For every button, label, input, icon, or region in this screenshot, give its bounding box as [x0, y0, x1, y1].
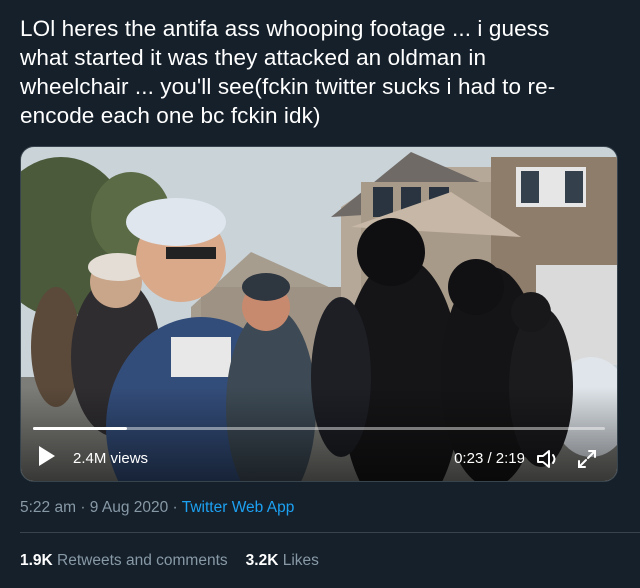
tweet-metadata: 5:22 am · 9 Aug 2020 · Twitter Web App	[20, 499, 294, 517]
tweet-text: LOl heres the antifa ass whooping footag…	[20, 16, 556, 128]
likes-label: Likes	[278, 552, 319, 569]
volume-icon[interactable]	[535, 447, 561, 476]
tweet-stats: 1.9K Retweets and comments 3.2K Likes	[20, 552, 319, 570]
video-controls: 2.4M views 0:23 / 2:19	[21, 437, 617, 481]
video-player[interactable]: 2.4M views 0:23 / 2:19	[20, 146, 618, 482]
divider	[20, 532, 640, 533]
retweets-count: 1.9K	[20, 552, 53, 569]
video-progress-bar[interactable]	[33, 427, 605, 430]
video-time: 0:23 / 2:19	[454, 450, 525, 467]
likes-count: 3.2K	[245, 552, 279, 569]
retweets-label: Retweets and comments	[52, 552, 228, 569]
video-frame	[21, 147, 617, 481]
meta-separator: ·	[76, 499, 90, 516]
fullscreen-icon[interactable]	[575, 447, 599, 476]
source-app-link[interactable]: Twitter Web App	[182, 499, 295, 516]
tweet-time[interactable]: 5:22 am	[20, 499, 76, 516]
tweet-date[interactable]: 9 Aug 2020	[90, 499, 168, 516]
video-progress-fill	[33, 427, 128, 430]
play-icon[interactable]	[39, 446, 55, 466]
retweets-link[interactable]: 1.9K Retweets and comments	[20, 552, 228, 569]
view-count: 2.4M views	[73, 450, 149, 467]
likes-link[interactable]: 3.2K Likes	[246, 552, 319, 569]
meta-separator: ·	[168, 499, 182, 516]
